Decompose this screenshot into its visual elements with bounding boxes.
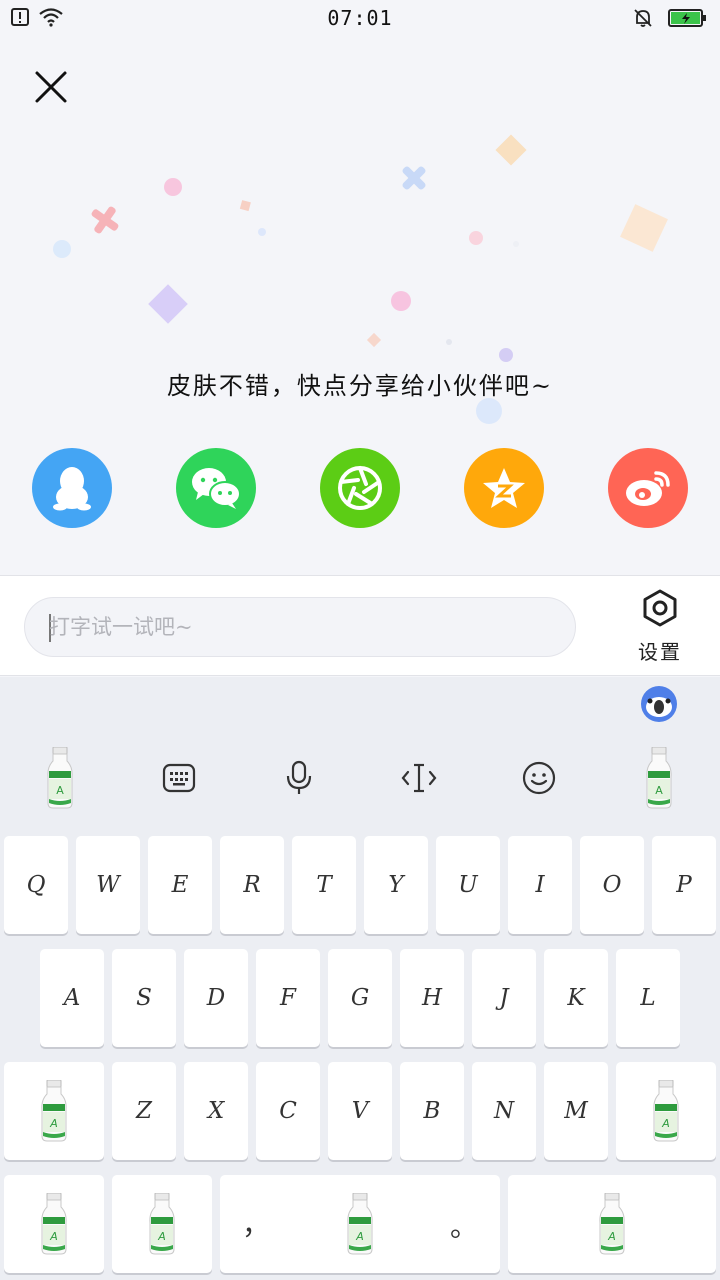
- toolbar-emoji-button[interactable]: [509, 745, 569, 811]
- share-qq-button[interactable]: [32, 448, 112, 528]
- moments-aperture-icon: [338, 466, 382, 510]
- bottle-icon: A: [149, 1193, 175, 1255]
- key-o[interactable]: O: [580, 836, 644, 934]
- share-weibo-button[interactable]: [608, 448, 688, 528]
- toolbar-voice-button[interactable]: [269, 745, 329, 811]
- share-moments-button[interactable]: [320, 448, 400, 528]
- bottle-icon: A: [646, 747, 672, 809]
- close-button[interactable]: [30, 66, 72, 108]
- key-x[interactable]: X: [184, 1062, 248, 1160]
- key-e[interactable]: E: [148, 836, 212, 934]
- keyboard-icon: [162, 763, 196, 793]
- input-bar: 设置: [0, 575, 720, 676]
- svg-text:A: A: [157, 1230, 166, 1243]
- svg-text:A: A: [655, 784, 663, 797]
- key-y[interactable]: Y: [364, 836, 428, 934]
- key-w[interactable]: W: [76, 836, 140, 934]
- key-period-label: 。: [449, 1210, 478, 1243]
- microphone-icon: [286, 760, 312, 794]
- key-numbers[interactable]: A: [112, 1175, 212, 1273]
- settings-button[interactable]: 设置: [628, 588, 692, 668]
- text-input-container[interactable]: [24, 597, 576, 657]
- mute-bell-icon: [632, 7, 654, 33]
- svg-text:A: A: [607, 1230, 616, 1243]
- key-k[interactable]: K: [544, 949, 608, 1047]
- bottle-icon: A: [599, 1193, 625, 1255]
- key-h[interactable]: H: [400, 949, 464, 1047]
- key-b[interactable]: B: [400, 1062, 464, 1160]
- hexagon-gear-icon: [643, 589, 677, 627]
- key-j[interactable]: J: [472, 949, 536, 1047]
- svg-text:A: A: [56, 784, 64, 797]
- toolbar-bottle-right[interactable]: A: [629, 745, 689, 811]
- key-c[interactable]: C: [256, 1062, 320, 1160]
- close-icon: [35, 71, 67, 103]
- bottle-icon: A: [47, 747, 73, 809]
- qzone-star-icon: [483, 468, 525, 508]
- qq-penguin-icon: [53, 467, 91, 511]
- key-p[interactable]: P: [652, 836, 716, 934]
- toolbar-keyboard-button[interactable]: [149, 745, 209, 811]
- bottle-icon: A: [41, 1193, 67, 1255]
- key-shift[interactable]: A: [4, 1062, 104, 1160]
- settings-label: 设置: [638, 640, 682, 664]
- keyboard: A A Q W E R T Y U I O P A S D F G H J K …: [0, 677, 720, 1280]
- key-m[interactable]: M: [544, 1062, 608, 1160]
- key-t[interactable]: T: [292, 836, 356, 934]
- toolbar-bottle-left[interactable]: A: [30, 745, 90, 811]
- key-backspace[interactable]: A: [616, 1062, 716, 1160]
- key-comma-label: ，: [242, 1208, 271, 1241]
- svg-text:A: A: [49, 1117, 58, 1130]
- key-q[interactable]: Q: [4, 836, 68, 934]
- key-enter[interactable]: A: [508, 1175, 716, 1273]
- svg-text:A: A: [661, 1117, 670, 1130]
- bottle-icon: A: [347, 1193, 373, 1255]
- key-space[interactable]: ， A 。: [220, 1175, 500, 1273]
- key-u[interactable]: U: [436, 836, 500, 934]
- share-targets: [0, 448, 720, 530]
- key-v[interactable]: V: [328, 1062, 392, 1160]
- mascot-avatar[interactable]: [640, 685, 678, 723]
- key-r[interactable]: R: [220, 836, 284, 934]
- svg-text:A: A: [355, 1230, 364, 1243]
- wechat-icon: [192, 468, 241, 509]
- key-g[interactable]: G: [328, 949, 392, 1047]
- key-i[interactable]: I: [508, 836, 572, 934]
- toolbar-cursor-button[interactable]: [389, 745, 449, 811]
- status-time: 07:01: [327, 6, 393, 30]
- key-f[interactable]: F: [256, 949, 320, 1047]
- weibo-icon: [626, 471, 670, 506]
- battery-charging-icon: [668, 8, 708, 32]
- text-input[interactable]: [49, 598, 549, 656]
- status-bar: 07:01: [0, 0, 720, 36]
- key-s[interactable]: S: [112, 949, 176, 1047]
- key-l[interactable]: L: [616, 949, 680, 1047]
- key-z[interactable]: Z: [112, 1062, 176, 1160]
- key-a[interactable]: A: [40, 949, 104, 1047]
- mascot-face-icon: [641, 686, 677, 722]
- share-prompt: 皮肤不错，快点分享给小伙伴吧~: [166, 372, 554, 400]
- key-symbols[interactable]: A: [4, 1175, 104, 1273]
- key-n[interactable]: N: [472, 1062, 536, 1160]
- svg-text:A: A: [49, 1230, 58, 1243]
- text-cursor-icon: [401, 763, 437, 793]
- bottle-icon: A: [41, 1080, 67, 1142]
- share-wechat-button[interactable]: [176, 448, 256, 528]
- share-qzone-button[interactable]: [464, 448, 544, 528]
- key-d[interactable]: D: [184, 949, 248, 1047]
- smiley-icon: [522, 761, 556, 795]
- bottle-icon: A: [653, 1080, 679, 1142]
